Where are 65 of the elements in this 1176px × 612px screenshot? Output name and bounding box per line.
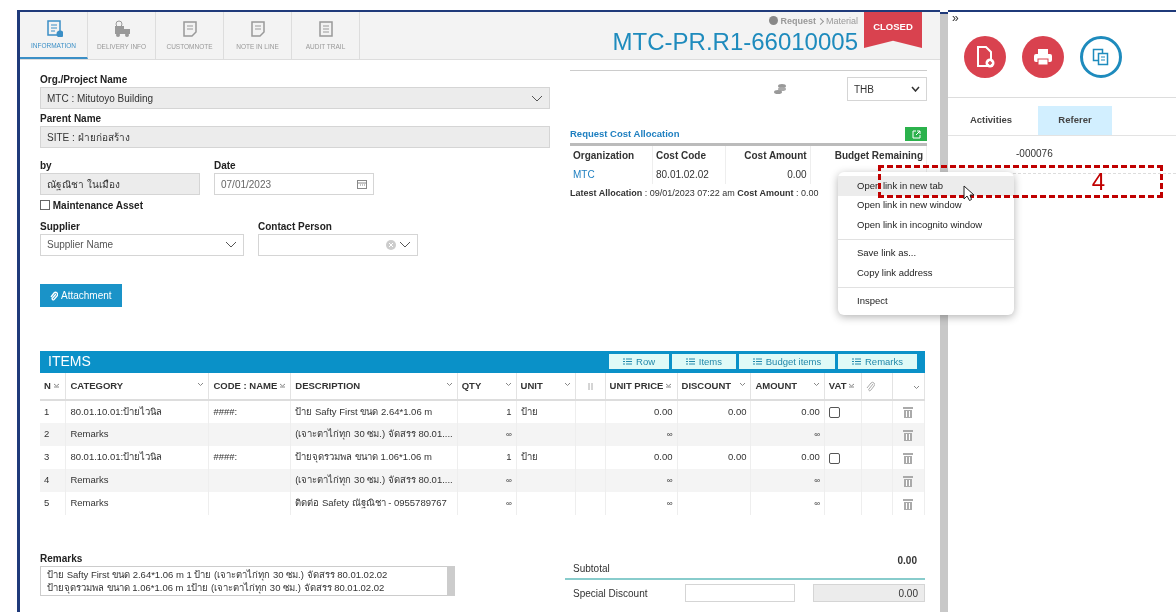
field-label: Remarks <box>40 552 84 566</box>
table-cell: ∞ <box>505 430 512 440</box>
section-title: ITEMS <box>48 352 91 372</box>
table-cell: Remarks <box>70 428 109 440</box>
table-cell: 0.00 <box>654 405 673 417</box>
column-header: Cost Code <box>652 144 726 166</box>
discount-label: Special Discount <box>573 586 649 601</box>
field-label: Date <box>214 159 237 173</box>
field-label: Org./Project Name <box>40 73 129 87</box>
table-cell: 4 <box>44 474 50 486</box>
table-cell: 1 <box>506 405 512 417</box>
field-label: Parent Name <box>40 112 103 126</box>
table-cell: ∞ <box>666 476 673 486</box>
table-cell: Remarks <box>70 497 109 509</box>
table-cell: 0.00 <box>801 405 820 417</box>
table-cell: ∞ <box>505 499 512 509</box>
table-cell: ป้ายจุดรวมพล ขนาด 1.06*1.06 m <box>295 451 432 463</box>
parent-field: SITE : ฝ่ายก่อสร้าง <box>40 126 550 148</box>
remarks-line: ป้าย Safty First ขนด 2.64*1.06 m 1 ป้าย (เจาะตาไก่ทุก 30 ซม.) จัดสรร 80.01.02.02 <box>47 568 389 581</box>
table-cell: ป้าย <box>520 451 538 463</box>
column-header: Organization <box>570 144 653 166</box>
field-label: Supplier <box>40 219 81 234</box>
table-cell: 80.01.10.01:ป้ายไวนิล <box>70 451 163 463</box>
column-header: Budget Remaining <box>810 144 927 166</box>
column-header: Cost Amount <box>725 144 811 166</box>
table-cell: ∞ <box>814 430 820 440</box>
table-cell: 1 <box>506 451 512 463</box>
breadcrumb-current: Material <box>826 16 858 26</box>
table-cell: Remarks <box>70 474 109 486</box>
table-cell: ∞ <box>666 430 673 440</box>
table-cell: 2 <box>44 428 50 440</box>
remarks-line: ป้ายจุดรวมพล ขนาด 1.06*1.06 m 1ป้าย (เจาะตาไก่ทุก 30 ซม.) จัดสรร 80.01.02.02 <box>47 581 386 594</box>
document-title: MTC-PR.R1-66010005 <box>612 28 858 55</box>
table-cell: 80.01.10.01:ป้ายไวนิล <box>70 405 163 417</box>
field-label: Contact Person <box>258 219 333 234</box>
table-cell: 0.00 <box>725 165 811 185</box>
table-cell: ####: <box>213 451 238 463</box>
latest-allocation-text: Latest Allocation : 09/01/2023 07:22 am Cost Amount : 0.00 <box>570 188 819 199</box>
subtotal-label: Subtotal <box>573 562 610 576</box>
table-cell: ป้าย Safty First ขนด 2.64*1.06 m <box>295 405 433 417</box>
table-cell: ∞ <box>814 499 820 509</box>
table-cell: ∞ <box>505 476 512 486</box>
table-cell: ∞ <box>666 499 673 509</box>
section-title: Request Cost Allocation <box>570 127 680 141</box>
status-ribbon: CLOSED <box>864 12 922 48</box>
annotation-number: 4 <box>1091 168 1105 195</box>
table-cell: (เจาะตาไก่ทุก 30 ซม.) จัดสรร 80.01.... <box>295 428 453 440</box>
table-cell: ป้าย <box>520 405 538 417</box>
table-cell: (เจาะตาไก่ทุก 30 ซม.) จัดสรร 80.01.... <box>295 474 453 486</box>
field-label: by <box>40 159 53 173</box>
table-cell: ####: <box>213 405 238 417</box>
requester-field: ณัฐณิชา ในเมือง <box>40 173 200 195</box>
discount-value: 0.00 <box>813 584 925 602</box>
table-cell: 0.00 <box>727 405 747 417</box>
table-cell: 0.00 <box>801 451 820 463</box>
table-cell: ติดต่อ Safety ณัฐณิชา - 0955789767 <box>295 497 447 509</box>
table-cell: 0.00 <box>727 451 747 463</box>
subtotal-value: 0.00 <box>897 554 917 568</box>
table-cell: 1 <box>44 405 50 417</box>
table-cell: 0.00 <box>654 451 673 463</box>
table-cell: 3 <box>44 451 50 463</box>
table-cell: ∞ <box>814 476 820 486</box>
table-cell: 80.01.02.02 <box>652 165 726 185</box>
table-cell: 5 <box>44 497 50 509</box>
checkbox-label: Maintenance Asset <box>52 198 143 213</box>
